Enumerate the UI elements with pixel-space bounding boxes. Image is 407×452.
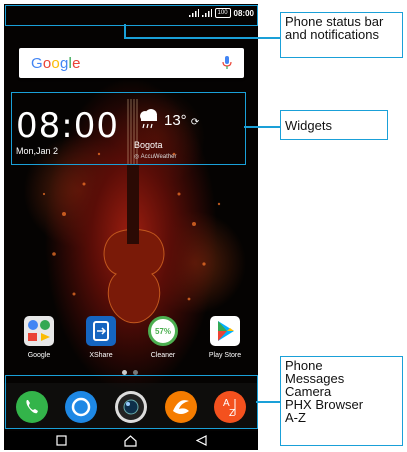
play-store-icon [210, 316, 240, 346]
app-label: XShare [89, 352, 113, 359]
navigation-bar [4, 431, 258, 450]
widgets-annotation: Widgets [280, 110, 388, 140]
dock-annotation: Phone Messages Camera PHX Browser A-Z [280, 356, 403, 446]
app-cleaner[interactable]: 57% Cleaner [138, 316, 188, 359]
status-connector-h [124, 37, 280, 39]
app-play-store[interactable]: Play Store [200, 316, 250, 359]
xshare-icon [86, 316, 116, 346]
status-annotation: Phone status bar and notifications [280, 12, 403, 58]
google-logo: Google [31, 55, 81, 72]
status-bar-highlight [5, 5, 258, 26]
app-label: Play Store [208, 352, 242, 359]
widgets-highlight [11, 92, 246, 165]
dock-connector [256, 401, 281, 403]
widgets-connector [244, 126, 280, 128]
home-icon[interactable] [124, 435, 137, 447]
google-search-bar[interactable]: Google [19, 48, 244, 78]
google-folder-icon [24, 316, 54, 346]
cleaner-badge: 57% [154, 327, 171, 336]
microphone-icon[interactable] [222, 56, 232, 70]
back-icon[interactable] [196, 435, 207, 446]
dock-highlight [5, 375, 258, 429]
cleaner-icon: 57% [148, 316, 178, 346]
app-google[interactable]: Google [14, 316, 64, 359]
status-connector [124, 24, 126, 38]
app-xshare[interactable]: XShare [76, 316, 126, 359]
app-label: Cleaner [150, 352, 176, 359]
recent-apps-icon[interactable] [56, 435, 67, 446]
app-label: Google [27, 352, 51, 359]
